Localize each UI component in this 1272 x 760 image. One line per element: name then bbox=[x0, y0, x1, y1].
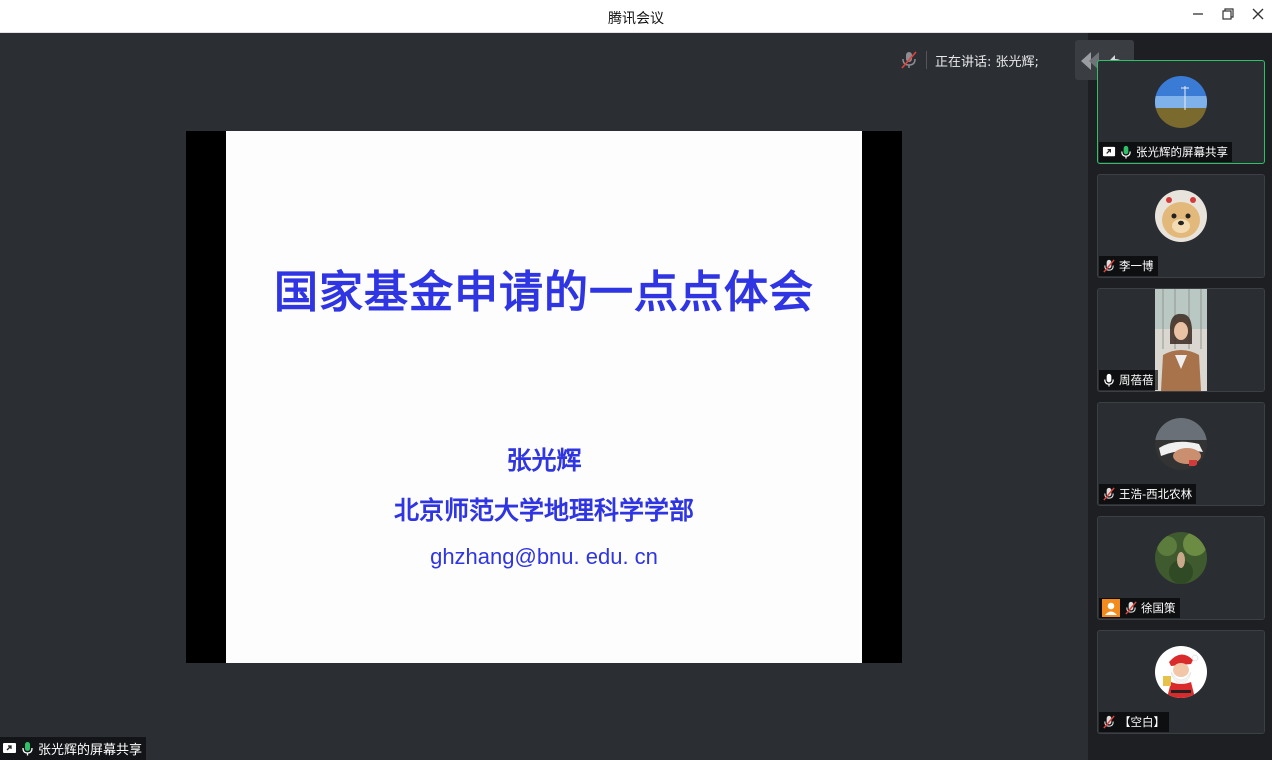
screen-share-icon bbox=[3, 743, 16, 753]
screen-share-icon bbox=[1102, 146, 1116, 157]
participant-nametag: 王浩-西北农林 bbox=[1099, 484, 1197, 504]
participant-nametag: 李一博 bbox=[1099, 256, 1158, 276]
participant-tile[interactable]: 王浩-西北农林 bbox=[1097, 402, 1265, 506]
participant-name: 【空白】 bbox=[1119, 715, 1165, 729]
mic-muted-icon bbox=[1103, 715, 1115, 729]
participant-nametag: 张光辉的屏幕共享 bbox=[1099, 142, 1232, 162]
window-title: 腾讯会议 bbox=[608, 11, 664, 27]
avatar bbox=[1155, 418, 1207, 470]
minimize-button[interactable] bbox=[1185, 4, 1211, 28]
mic-on-icon bbox=[1121, 145, 1131, 159]
avatar bbox=[1155, 532, 1207, 584]
participant-video bbox=[1155, 289, 1207, 391]
participant-tile[interactable]: 张光辉的屏幕共享 bbox=[1097, 60, 1265, 164]
close-button[interactable] bbox=[1245, 4, 1271, 28]
avatar bbox=[1155, 76, 1207, 128]
restore-button[interactable] bbox=[1215, 4, 1241, 28]
participant-name: 周蓓蓓 bbox=[1119, 373, 1154, 387]
mic-muted-icon bbox=[901, 51, 917, 69]
restore-icon bbox=[1222, 8, 1234, 20]
mic-on-icon bbox=[1104, 373, 1114, 387]
participant-name: 王浩-西北农林 bbox=[1119, 487, 1193, 501]
mic-muted-icon bbox=[1125, 601, 1137, 615]
mic-on-icon bbox=[22, 742, 33, 756]
participant-tile[interactable]: 周蓓蓓 bbox=[1097, 288, 1265, 392]
avatar bbox=[1155, 190, 1207, 242]
slide-title: 国家基金申请的一点点体会 bbox=[274, 267, 814, 318]
share-source-tag: 张光辉的屏幕共享 bbox=[0, 737, 147, 760]
participant-name: 张光辉的屏幕共享 bbox=[1136, 145, 1228, 159]
shared-screen: 国家基金申请的一点点体会 张光辉 北京师范大学地理科学学部 ghzhang@bn… bbox=[186, 131, 902, 663]
mic-muted-icon bbox=[1103, 259, 1115, 273]
participant-tile[interactable]: 【空白】 bbox=[1097, 630, 1265, 734]
slide-email: ghzhang@bnu. edu. cn bbox=[430, 544, 658, 569]
presentation-slide: 国家基金申请的一点点体会 张光辉 北京师范大学地理科学学部 ghzhang@bn… bbox=[226, 131, 862, 663]
share-source-label: 张光辉的屏幕共享 bbox=[38, 743, 143, 758]
divider bbox=[926, 51, 927, 69]
slide-author: 张光辉 bbox=[506, 446, 582, 475]
participant-name: 徐国策 bbox=[1141, 601, 1176, 615]
participant-nametag: 【空白】 bbox=[1099, 712, 1169, 732]
participant-tile[interactable]: 徐国策 bbox=[1097, 516, 1265, 620]
host-badge-icon bbox=[1102, 599, 1120, 617]
participant-nametag: 周蓓蓓 bbox=[1099, 370, 1158, 390]
participant-nametag: 徐国策 bbox=[1099, 598, 1180, 618]
participant-tile[interactable]: 李一博 bbox=[1097, 174, 1265, 278]
minimize-icon bbox=[1193, 13, 1203, 15]
mic-muted-icon bbox=[1103, 487, 1115, 501]
slide-affiliation: 北京师范大学地理科学学部 bbox=[393, 496, 694, 525]
avatar bbox=[1155, 646, 1207, 698]
speaking-indicator: 正在讲话: 张光辉; bbox=[898, 48, 1039, 72]
title-bar: 腾讯会议 bbox=[0, 0, 1272, 33]
close-icon bbox=[1252, 8, 1264, 20]
speaking-label: 正在讲话: 张光辉; bbox=[935, 54, 1039, 70]
participant-name: 李一博 bbox=[1119, 259, 1154, 273]
